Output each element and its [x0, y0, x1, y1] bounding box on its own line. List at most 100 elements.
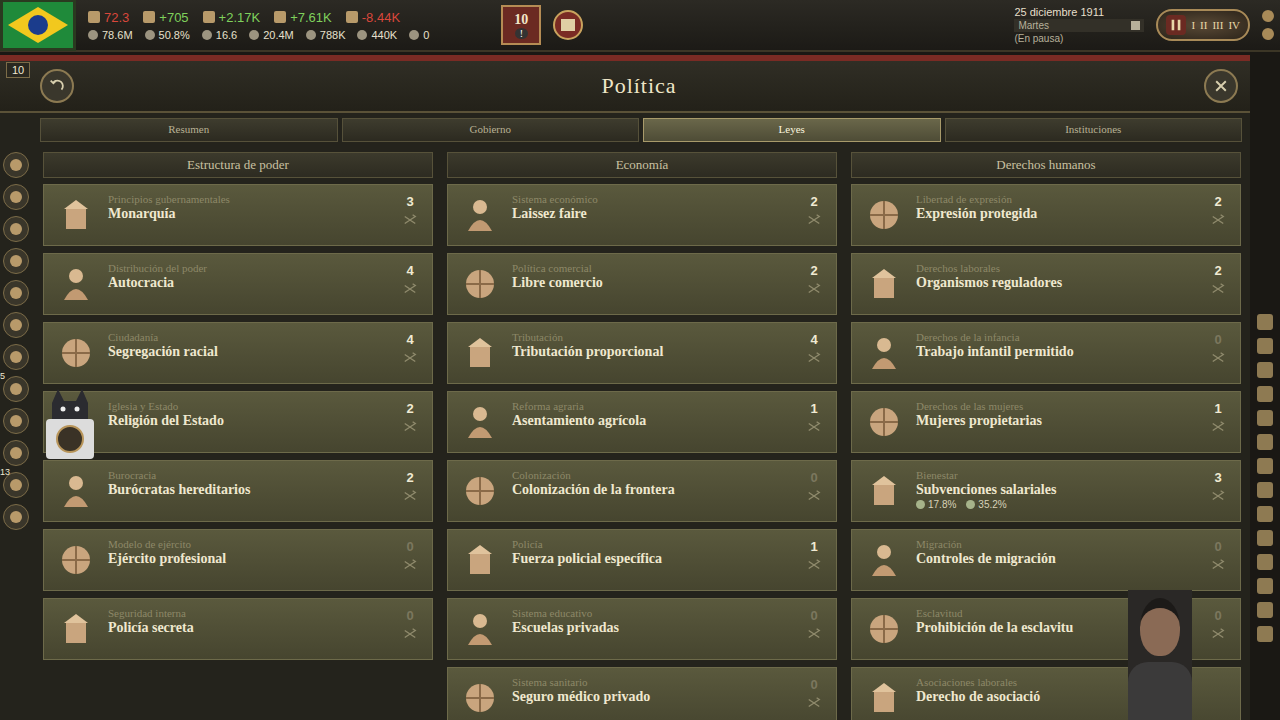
outliner-icon[interactable]	[1257, 530, 1273, 546]
tab[interactable]: Resumen	[40, 118, 338, 142]
change-law-icon[interactable]	[1211, 627, 1225, 641]
sidebar-item[interactable]	[3, 504, 29, 530]
outliner-icon[interactable]	[1257, 554, 1273, 570]
settings-icon[interactable]	[1262, 10, 1274, 22]
law-row[interactable]: BienestarSubvenciones salariales17.8%35.…	[851, 460, 1241, 522]
outliner-icon[interactable]	[1257, 338, 1273, 354]
law-row[interactable]: Modelo de ejércitoEjército profesional0	[43, 529, 433, 591]
back-button[interactable]	[40, 69, 74, 103]
resource-item[interactable]: +705	[143, 10, 188, 25]
change-law-icon[interactable]	[807, 420, 821, 434]
law-row[interactable]: Sistema sanitarioSeguro médico privado0	[447, 667, 837, 720]
resource-item[interactable]: +2.17K	[203, 10, 261, 25]
stat-item[interactable]: 16.6	[202, 29, 237, 41]
sidebar-item[interactable]	[3, 280, 29, 306]
resource-item[interactable]: +7.61K	[274, 10, 332, 25]
change-law-icon[interactable]	[403, 351, 417, 365]
sidebar-item[interactable]	[3, 184, 29, 210]
sidebar-item[interactable]	[3, 440, 29, 466]
change-law-icon[interactable]	[403, 282, 417, 296]
outliner-icon[interactable]	[1257, 362, 1273, 378]
change-law-icon[interactable]	[807, 696, 821, 710]
outliner-icon[interactable]	[1257, 386, 1273, 402]
change-law-icon[interactable]	[807, 627, 821, 641]
close-button[interactable]	[1204, 69, 1238, 103]
speed-option[interactable]: IV	[1228, 19, 1240, 31]
outliner-icon[interactable]	[1257, 314, 1273, 330]
sidebar-item[interactable]: 5	[3, 376, 29, 402]
law-row[interactable]: ColonizaciónColonización de la frontera0	[447, 460, 837, 522]
speed-option[interactable]: I	[1191, 19, 1195, 31]
outliner-icon[interactable]	[1257, 626, 1273, 642]
change-law-icon[interactable]	[1211, 489, 1225, 503]
law-row[interactable]: PolicíaFuerza policial específica1	[447, 529, 837, 591]
change-law-icon[interactable]	[807, 282, 821, 296]
sidebar-item[interactable]	[3, 344, 29, 370]
change-law-icon[interactable]	[1211, 213, 1225, 227]
change-law-icon[interactable]	[403, 213, 417, 227]
menu-icon[interactable]	[1262, 28, 1274, 40]
law-row[interactable]: TributaciónTributación proporcional4	[447, 322, 837, 384]
law-row[interactable]: Derechos laboralesOrganismos reguladores…	[851, 253, 1241, 315]
tab[interactable]: Gobierno	[342, 118, 640, 142]
law-row[interactable]: Seguridad internaPolicía secreta0	[43, 598, 433, 660]
law-row[interactable]: Distribución del poderAutocracia4	[43, 253, 433, 315]
law-row[interactable]: Reforma agrariaAsentamiento agrícola1	[447, 391, 837, 453]
sidebar-item[interactable]: 13	[3, 472, 29, 498]
stat-item[interactable]: 20.4M	[249, 29, 294, 41]
law-row[interactable]: Derechos de la infanciaTrabajo infantil …	[851, 322, 1241, 384]
tab[interactable]: Leyes	[643, 118, 941, 142]
change-law-icon[interactable]	[1211, 282, 1225, 296]
sidebar-item[interactable]	[3, 152, 29, 178]
outliner-icon[interactable]	[1257, 506, 1273, 522]
change-law-icon[interactable]	[403, 489, 417, 503]
law-row[interactable]: Sistema educativoEscuelas privadas0	[447, 598, 837, 660]
change-law-icon[interactable]	[1211, 558, 1225, 572]
outliner-icon[interactable]	[1257, 482, 1273, 498]
stat-item[interactable]: 788K	[306, 29, 346, 41]
sidebar-item[interactable]	[3, 216, 29, 242]
alert-badge[interactable]: 10!	[501, 5, 541, 45]
resource-item[interactable]: 72.3	[88, 10, 129, 25]
law-row[interactable]: Principios gubernamentalesMonarquía3	[43, 184, 433, 246]
resource-item[interactable]: -8.44K	[346, 10, 400, 25]
journal-button[interactable]	[553, 10, 583, 40]
speed-gauge[interactable]: IIIIIIIV	[1156, 9, 1250, 41]
stat-item[interactable]: 440K	[357, 29, 397, 41]
law-category: Policía	[512, 538, 792, 550]
sidebar-item[interactable]	[3, 408, 29, 434]
sidebar-item[interactable]	[3, 248, 29, 274]
change-law-icon[interactable]	[1211, 351, 1225, 365]
law-row[interactable]: Libertad de expresiónExpresión protegida…	[851, 184, 1241, 246]
change-law-icon[interactable]	[403, 558, 417, 572]
tab[interactable]: Instituciones	[945, 118, 1243, 142]
change-law-icon[interactable]	[807, 558, 821, 572]
stat-item[interactable]: 78.6M	[88, 29, 133, 41]
speed-option[interactable]: III	[1212, 19, 1223, 31]
change-law-icon[interactable]	[807, 213, 821, 227]
outliner-icon[interactable]	[1257, 410, 1273, 426]
outliner-icon[interactable]	[1257, 458, 1273, 474]
law-row[interactable]: CiudadaníaSegregación racial4	[43, 322, 433, 384]
sidebar-item[interactable]	[3, 312, 29, 338]
law-row[interactable]: Política comercialLibre comercio2	[447, 253, 837, 315]
speed-option[interactable]: II	[1200, 19, 1207, 31]
law-row[interactable]: Derechos de las mujeresMujeres propietar…	[851, 391, 1241, 453]
change-law-icon[interactable]	[807, 489, 821, 503]
country-flag[interactable]	[0, 0, 76, 51]
outliner-icon[interactable]	[1257, 602, 1273, 618]
law-row[interactable]: Sistema económicoLaissez faire2	[447, 184, 837, 246]
stat-item[interactable]: 50.8%	[145, 29, 190, 41]
change-law-icon[interactable]	[807, 351, 821, 365]
change-law-icon[interactable]	[1211, 420, 1225, 434]
law-count: 4	[406, 263, 413, 278]
law-row[interactable]: BurocraciaBurócratas hereditarios2	[43, 460, 433, 522]
stat-item[interactable]: 0	[409, 29, 429, 41]
outliner-icon[interactable]	[1257, 434, 1273, 450]
law-row[interactable]: Iglesia y EstadoReligión del Estado2	[43, 391, 433, 453]
outliner-icon[interactable]	[1257, 578, 1273, 594]
change-law-icon[interactable]	[403, 627, 417, 641]
law-row[interactable]: MigraciónControles de migración0	[851, 529, 1241, 591]
pause-button[interactable]	[1166, 15, 1186, 35]
change-law-icon[interactable]	[403, 420, 417, 434]
